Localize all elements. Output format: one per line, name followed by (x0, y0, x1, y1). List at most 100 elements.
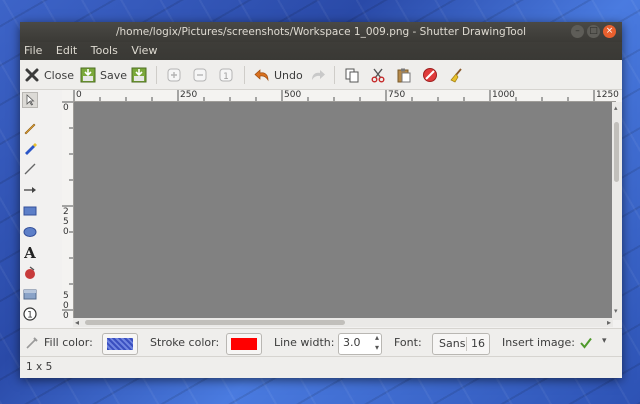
ruler-corner (62, 90, 73, 101)
cut-button[interactable] (370, 65, 390, 85)
dropdown-arrow-icon: ▾ (602, 336, 607, 346)
menu-view[interactable]: View (126, 42, 162, 60)
stroke-color-button[interactable] (226, 333, 262, 355)
close-x-icon (25, 68, 39, 82)
ruler-ticks-h (73, 90, 595, 101)
zoom-in-button[interactable] (166, 65, 186, 85)
pixelize-tool[interactable] (22, 286, 38, 302)
scroll-left-icon[interactable]: ◂ (75, 318, 79, 327)
svg-text:1: 1 (223, 72, 229, 82)
vertical-scrollbar[interactable]: ▴ ▾ (612, 102, 622, 320)
line-tool[interactable] (22, 161, 38, 177)
ellipse-icon (23, 227, 37, 237)
fill-color-button[interactable] (102, 333, 138, 355)
line-width-label: Line width: (274, 336, 335, 349)
save-as-icon (131, 67, 147, 83)
scissors-icon (371, 68, 385, 83)
pointer-icon (26, 94, 35, 106)
svg-text:1: 1 (27, 311, 33, 321)
ellipse-tool[interactable] (22, 224, 38, 240)
delete-button[interactable] (422, 65, 442, 85)
drawing-canvas[interactable] (74, 102, 622, 318)
window-title: /home/logix/Pictures/screenshots/Workspa… (115, 26, 527, 38)
save-as-button[interactable] (131, 65, 151, 85)
close-button[interactable]: Close (24, 65, 74, 85)
ruler-h-label: 500 (284, 90, 302, 100)
insert-image-label: Insert image: (502, 336, 576, 349)
freehand-tool[interactable] (22, 120, 38, 136)
title-bar[interactable]: /home/logix/Pictures/screenshots/Workspa… (20, 22, 622, 42)
ruler-h-label: 750 (388, 90, 406, 100)
properties-brush-icon (26, 337, 38, 349)
ruler-v-label: 250 (63, 207, 69, 237)
scroll-right-icon[interactable]: ▸ (607, 318, 611, 327)
rectangle-tool[interactable] (22, 203, 38, 219)
svg-text:A: A (23, 244, 36, 260)
stop-delete-icon (423, 68, 437, 82)
scroll-up-icon[interactable]: ▴ (614, 105, 620, 112)
minimize-button[interactable]: – (571, 25, 584, 38)
close-window-button[interactable]: × (603, 25, 616, 38)
paste-button[interactable] (396, 65, 416, 85)
maximize-button[interactable]: □ (587, 25, 600, 38)
horizontal-scroll-thumb[interactable] (85, 320, 345, 325)
pixelize-icon (23, 289, 37, 300)
censor-tool[interactable] (22, 265, 38, 281)
menu-file[interactable]: File (20, 42, 47, 60)
highlighter-icon (25, 143, 37, 155)
font-button[interactable]: Sans 16 (432, 333, 490, 355)
spinner-down-icon[interactable]: ▾ (375, 343, 379, 353)
status-bar: 1 x 5 (20, 356, 622, 378)
copy-button[interactable] (344, 65, 364, 85)
undo-label: Undo (274, 68, 303, 82)
text-a-icon: A (23, 244, 36, 262)
checkmark-icon (580, 337, 592, 349)
pencil-icon (24, 123, 36, 135)
arrow-tool[interactable] (22, 182, 38, 198)
vertical-ruler: 0 250 500 (62, 101, 74, 321)
spinner-up-icon[interactable]: ▴ (375, 333, 379, 343)
undo-button[interactable]: Undo (254, 65, 303, 85)
scroll-down-icon[interactable]: ▾ (614, 308, 620, 315)
horizontal-scrollbar[interactable]: ◂ ▸ (73, 318, 613, 327)
menu-tools[interactable]: Tools (86, 42, 123, 60)
zoom-fit-button[interactable]: 1 (218, 65, 238, 85)
undo-arrow-icon (254, 69, 269, 82)
drawing-tool-window: /home/logix/Pictures/screenshots/Workspa… (20, 22, 622, 378)
zoom-fit-icon: 1 (219, 68, 233, 82)
number-tool[interactable]: 1 (22, 306, 38, 322)
line-width-spinner[interactable]: 3.0 ▴ ▾ (338, 333, 382, 355)
ruler-v-label: 500 (63, 291, 69, 321)
arrow-icon (24, 187, 36, 193)
save-button[interactable]: Save (80, 65, 127, 85)
redo-arrow-icon (312, 70, 325, 80)
select-tool[interactable] (22, 92, 38, 108)
save-icon (80, 67, 96, 83)
canvas-area: 0 250 500 750 1000 1250 0 250 500 (41, 90, 622, 321)
clear-button[interactable] (448, 65, 468, 85)
stroke-color-swatch (231, 338, 257, 350)
highlighter-tool[interactable] (22, 140, 38, 156)
font-name: Sans (439, 337, 466, 350)
insert-image-dropdown[interactable]: ▾ (578, 334, 614, 352)
menu-edit[interactable]: Edit (51, 42, 82, 60)
fill-color-swatch (107, 338, 133, 350)
stroke-color-label: Stroke color: (150, 336, 220, 349)
main-toolbar: Close Save 1 Undo (20, 60, 622, 90)
line-icon (24, 163, 36, 175)
redo-button[interactable] (310, 65, 330, 85)
fill-color-label: Fill color: (44, 336, 93, 349)
zoom-out-button[interactable] (192, 65, 212, 85)
clipboard-icon (397, 68, 411, 83)
ruler-v-label: 0 (63, 103, 69, 113)
zoom-out-icon (193, 68, 207, 82)
font-label: Font: (394, 336, 422, 349)
horizontal-ruler: 0 250 500 750 1000 1250 (73, 90, 619, 102)
vertical-scroll-thumb[interactable] (614, 122, 619, 182)
line-width-value[interactable]: 3.0 (343, 336, 361, 349)
ruler-h-label: 0 (76, 90, 82, 100)
ruler-h-label: 1000 (492, 90, 515, 100)
text-tool[interactable]: A (22, 244, 38, 262)
zoom-in-icon (167, 68, 181, 82)
broom-icon (450, 68, 462, 83)
